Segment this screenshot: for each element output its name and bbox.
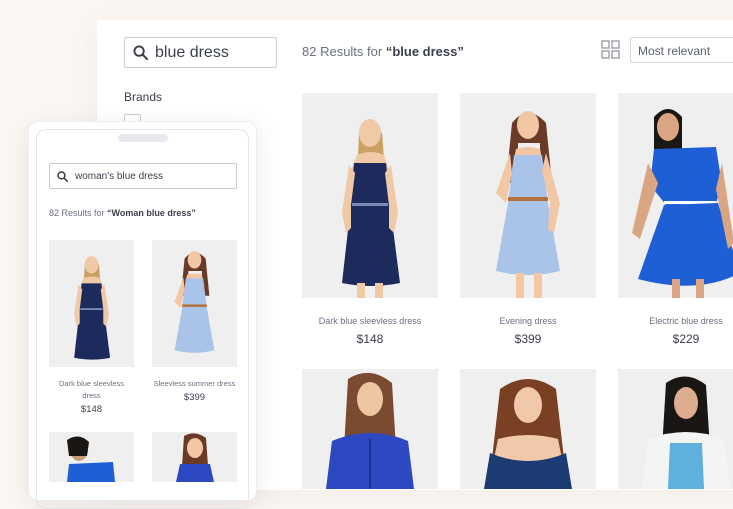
product-image[interactable] xyxy=(49,432,134,482)
product-image[interactable] xyxy=(49,240,134,367)
mobile-product-card[interactable]: Sleevless summer dress $399 xyxy=(152,240,237,403)
mobile-screen: 82 Results for “Woman blue dress” Dark b… xyxy=(36,129,249,509)
search-icon xyxy=(133,45,148,60)
sort-selected-value: Most relevant xyxy=(638,44,711,58)
product-image[interactable] xyxy=(618,369,733,489)
results-query: “blue dress” xyxy=(385,44,464,59)
product-price: $399 xyxy=(514,332,542,346)
mobile-product-card[interactable]: Dark blue sleevless dress $148 xyxy=(49,240,134,415)
sort-dropdown[interactable]: Most relevant xyxy=(630,37,733,63)
mobile-search-input[interactable] xyxy=(75,170,225,182)
mobile-results-count: 82 Results for “Woman blue dress” xyxy=(49,208,196,218)
product-price: $148 xyxy=(356,332,384,346)
product-image[interactable] xyxy=(302,369,438,489)
phone-notch xyxy=(118,134,168,142)
product-price: $148 xyxy=(80,404,103,415)
mobile-view: 82 Results for “Woman blue dress” Dark b… xyxy=(28,121,257,509)
product-card[interactable] xyxy=(302,369,438,489)
mobile-product-card[interactable] xyxy=(152,432,237,482)
product-name[interactable]: Dark blue sleevless dress xyxy=(302,316,438,326)
search-icon xyxy=(57,170,68,182)
product-image[interactable] xyxy=(152,240,237,367)
product-name[interactable]: Electric blue dress xyxy=(618,316,733,326)
grid-view-icon[interactable] xyxy=(601,40,620,59)
product-card[interactable]: Dark blue sleevless dress $148 xyxy=(302,93,438,346)
results-count: 82 Results for “blue dress” xyxy=(302,44,464,59)
product-image[interactable] xyxy=(152,432,237,482)
product-price: $229 xyxy=(672,332,700,346)
product-image[interactable] xyxy=(460,93,596,298)
product-card[interactable] xyxy=(618,369,733,489)
mobile-search-field[interactable] xyxy=(49,163,237,189)
product-card[interactable]: Electric blue dress $229 xyxy=(618,93,733,346)
product-image[interactable] xyxy=(460,369,596,489)
search-field[interactable] xyxy=(124,37,277,68)
product-card[interactable]: Evening dress $399 xyxy=(460,93,596,346)
mobile-results-query: “Woman blue dress” xyxy=(107,208,196,218)
product-image[interactable] xyxy=(302,93,438,298)
product-name[interactable]: Dark blue sleevless dress xyxy=(49,378,134,402)
product-card[interactable] xyxy=(460,369,596,489)
product-image[interactable] xyxy=(618,93,733,298)
mobile-product-card[interactable] xyxy=(49,432,134,482)
search-input[interactable] xyxy=(155,43,270,62)
product-price: $399 xyxy=(183,392,206,403)
brands-filter-label: Brands xyxy=(124,90,163,104)
product-name[interactable]: Sleevless summer dress xyxy=(152,378,237,390)
product-name[interactable]: Evening dress xyxy=(460,316,596,326)
